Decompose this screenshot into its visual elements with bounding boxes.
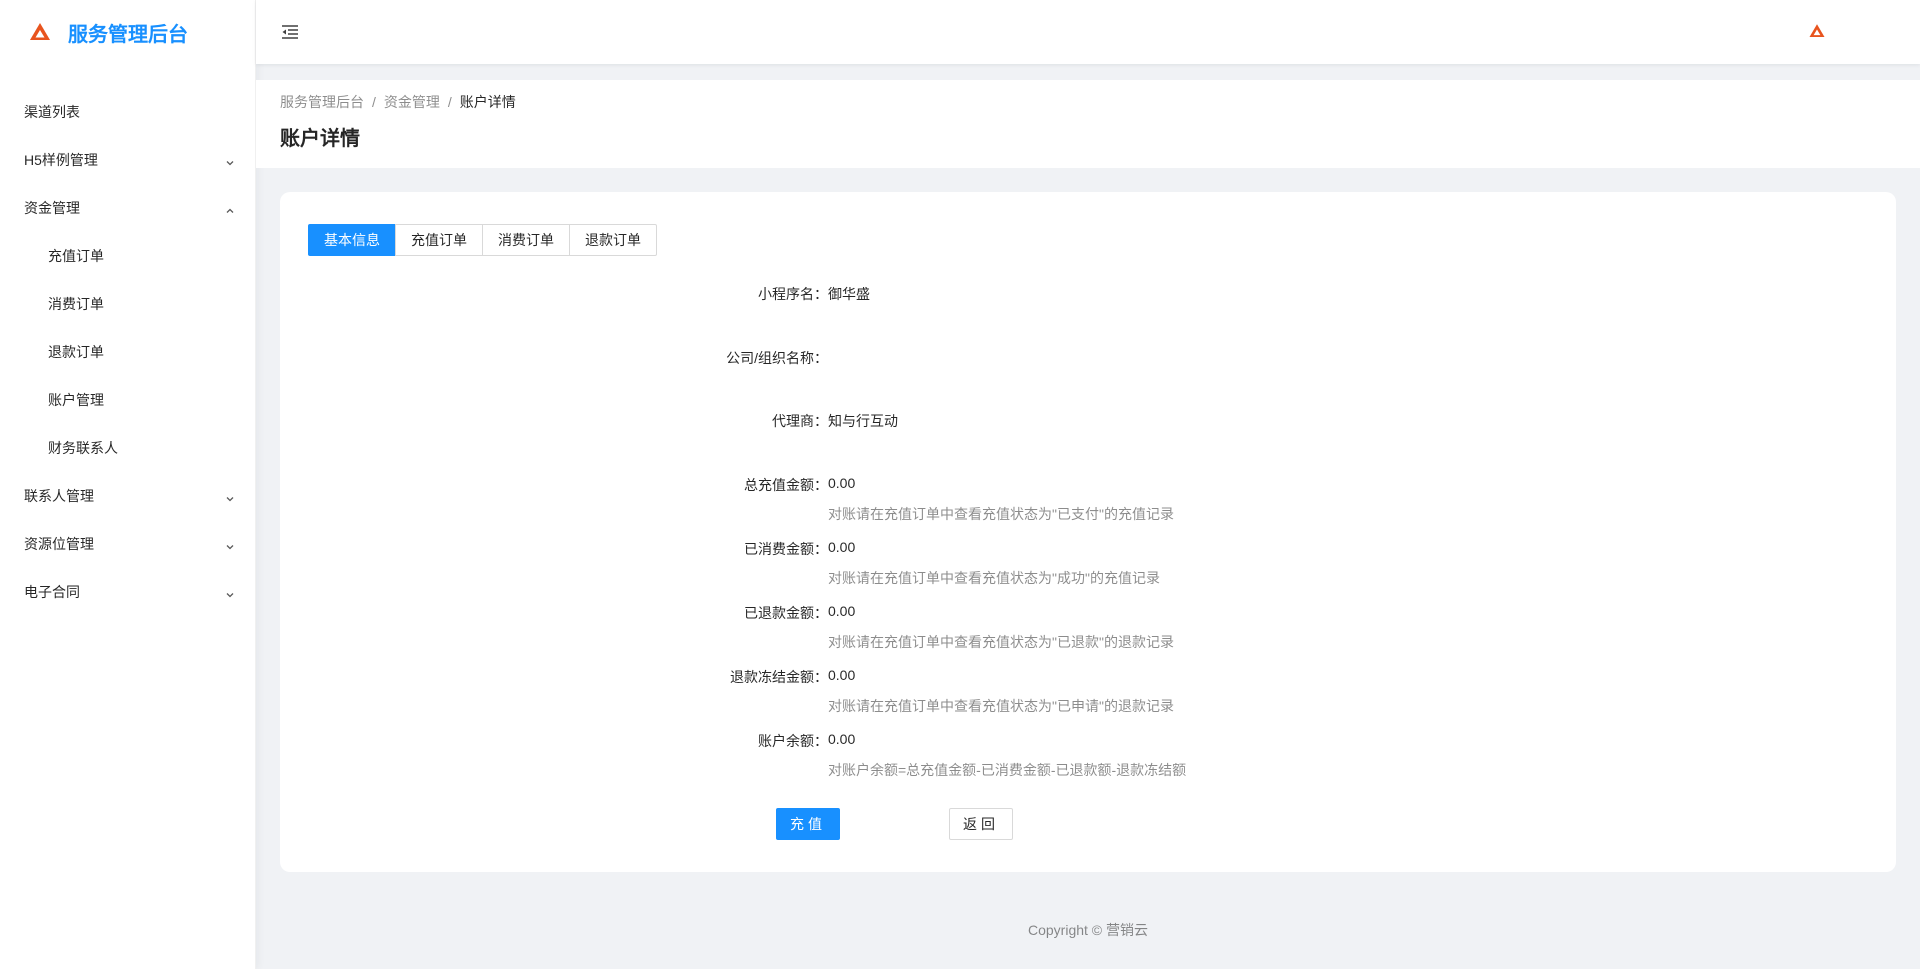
sidebar-item-label: 渠道列表 xyxy=(24,104,80,120)
refunded-label: 已退款金额： xyxy=(744,605,828,621)
balance-label: 账户余额： xyxy=(758,733,828,749)
sidebar-item-label: 充值订单 xyxy=(48,248,104,264)
mini-program-label: 小程序名： xyxy=(758,286,828,302)
sidebar-item-label: 资金管理 xyxy=(24,200,80,216)
refunded-hint: 对账请在充值订单中查看充值状态为"已退款"的退款记录 xyxy=(828,634,1174,650)
breadcrumb: 服务管理后台 / 资金管理 / 账户详情 xyxy=(280,92,1896,112)
chevron-down-icon xyxy=(225,539,235,550)
footer-copyright: Copyright © 营销云 xyxy=(1027,922,1148,938)
menu-fold-icon[interactable] xyxy=(280,22,300,42)
consumed-value: 0.00 xyxy=(828,539,856,555)
back-button[interactable]: 返回 xyxy=(949,808,1013,840)
sidebar-item-funds[interactable]: 资金管理 xyxy=(0,184,255,232)
sidebar-item-contacts[interactable]: 联系人管理 xyxy=(0,472,255,520)
tab-refund-orders[interactable]: 退款订单 xyxy=(569,224,657,256)
agent-label: 代理商： xyxy=(772,413,828,429)
sidebar-item-label: H5样例管理 xyxy=(24,152,98,168)
sidebar-item-channel-list[interactable]: 渠道列表 xyxy=(0,88,255,136)
sidebar-item-label: 消费订单 xyxy=(48,296,104,312)
consumed-hint: 对账请在充值订单中查看充值状态为"成功"的充值记录 xyxy=(828,570,1160,586)
sidebar-item-e-contract[interactable]: 电子合同 xyxy=(0,568,255,616)
page-title: 账户详情 xyxy=(280,128,360,150)
breadcrumb-separator: / xyxy=(447,94,452,110)
tab-consumption-orders[interactable]: 消费订单 xyxy=(482,224,570,256)
company-label: 公司/组织名称： xyxy=(726,350,828,366)
chevron-down-icon xyxy=(225,587,235,598)
agent-value: 知与行互动 xyxy=(828,413,898,429)
sidebar-item-resource-slots[interactable]: 资源位管理 xyxy=(0,520,255,568)
recharge-button[interactable]: 充值 xyxy=(776,808,840,840)
page-header: 服务管理后台 / 资金管理 / 账户详情 账户详情 xyxy=(256,80,1920,168)
refund-frozen-label: 退款冻结金额： xyxy=(730,669,828,685)
sidebar-item-account-management[interactable]: 账户管理 xyxy=(0,376,255,424)
sidebar-item-label: 联系人管理 xyxy=(24,488,94,504)
logo[interactable]: 服务管理后台 xyxy=(0,0,255,64)
total-recharge-value: 0.00 xyxy=(828,475,856,491)
balance-hint: 对账户余额=总充值金额-已消费金额-已退款额-退款冻结额 xyxy=(828,762,1187,778)
consumed-label: 已消费金额： xyxy=(744,541,828,557)
sidebar-item-consumption-orders[interactable]: 消费订单 xyxy=(0,280,255,328)
sidebar-item-refund-orders[interactable]: 退款订单 xyxy=(0,328,255,376)
total-recharge-label: 总充值金额： xyxy=(744,477,828,493)
top-header xyxy=(256,0,1920,64)
chevron-down-icon xyxy=(225,491,235,502)
sidebar-menu: 渠道列表 H5样例管理 资金管理 充值订单 消费订单 退款订单 账户管理 财务联… xyxy=(0,88,255,616)
breadcrumb-separator: / xyxy=(372,94,376,110)
user-avatar-logo-icon[interactable] xyxy=(1808,22,1826,40)
sidebar-item-label: 账户管理 xyxy=(48,392,104,408)
breadcrumb-item-current: 账户详情 xyxy=(459,94,516,110)
chevron-up-icon xyxy=(225,203,235,213)
logo-icon xyxy=(28,20,52,44)
mini-program-value: 御华盛 xyxy=(828,286,870,302)
detail-tabs: 基本信息 充值订单 消费订单 退款订单 xyxy=(308,224,657,256)
breadcrumb-item-funds[interactable]: 资金管理 xyxy=(384,92,440,112)
breadcrumb-item-home[interactable]: 服务管理后台 xyxy=(280,92,364,112)
sidebar-item-finance-contacts[interactable]: 财务联系人 xyxy=(0,424,255,472)
refunded-value: 0.00 xyxy=(828,603,856,619)
sidebar-item-label: 退款订单 xyxy=(48,344,104,360)
account-detail-card: 基本信息 充值订单 消费订单 退款订单 小程序名： 御华盛 公司/组织名称： 代… xyxy=(280,192,1896,872)
sidebar-item-recharge-orders[interactable]: 充值订单 xyxy=(0,232,255,280)
sidebar: 服务管理后台 渠道列表 H5样例管理 资金管理 充值订单 消费订单 退款订单 账… xyxy=(0,0,256,969)
tab-recharge-orders[interactable]: 充值订单 xyxy=(395,224,483,256)
sidebar-item-label: 电子合同 xyxy=(24,584,80,600)
chevron-down-icon xyxy=(225,155,235,166)
total-recharge-hint: 对账请在充值订单中查看充值状态为"已支付"的充值记录 xyxy=(828,506,1174,522)
balance-value: 0.00 xyxy=(828,731,856,747)
sidebar-item-h5-samples[interactable]: H5样例管理 xyxy=(0,136,255,184)
refund-frozen-value: 0.00 xyxy=(828,667,856,683)
refund-frozen-hint: 对账请在充值订单中查看充值状态为"已申请"的退款记录 xyxy=(828,698,1174,714)
tab-basic-info[interactable]: 基本信息 xyxy=(308,224,396,256)
sidebar-item-label: 资源位管理 xyxy=(24,536,94,552)
sidebar-item-label: 财务联系人 xyxy=(48,440,118,456)
app-title: 服务管理后台 xyxy=(68,23,188,46)
